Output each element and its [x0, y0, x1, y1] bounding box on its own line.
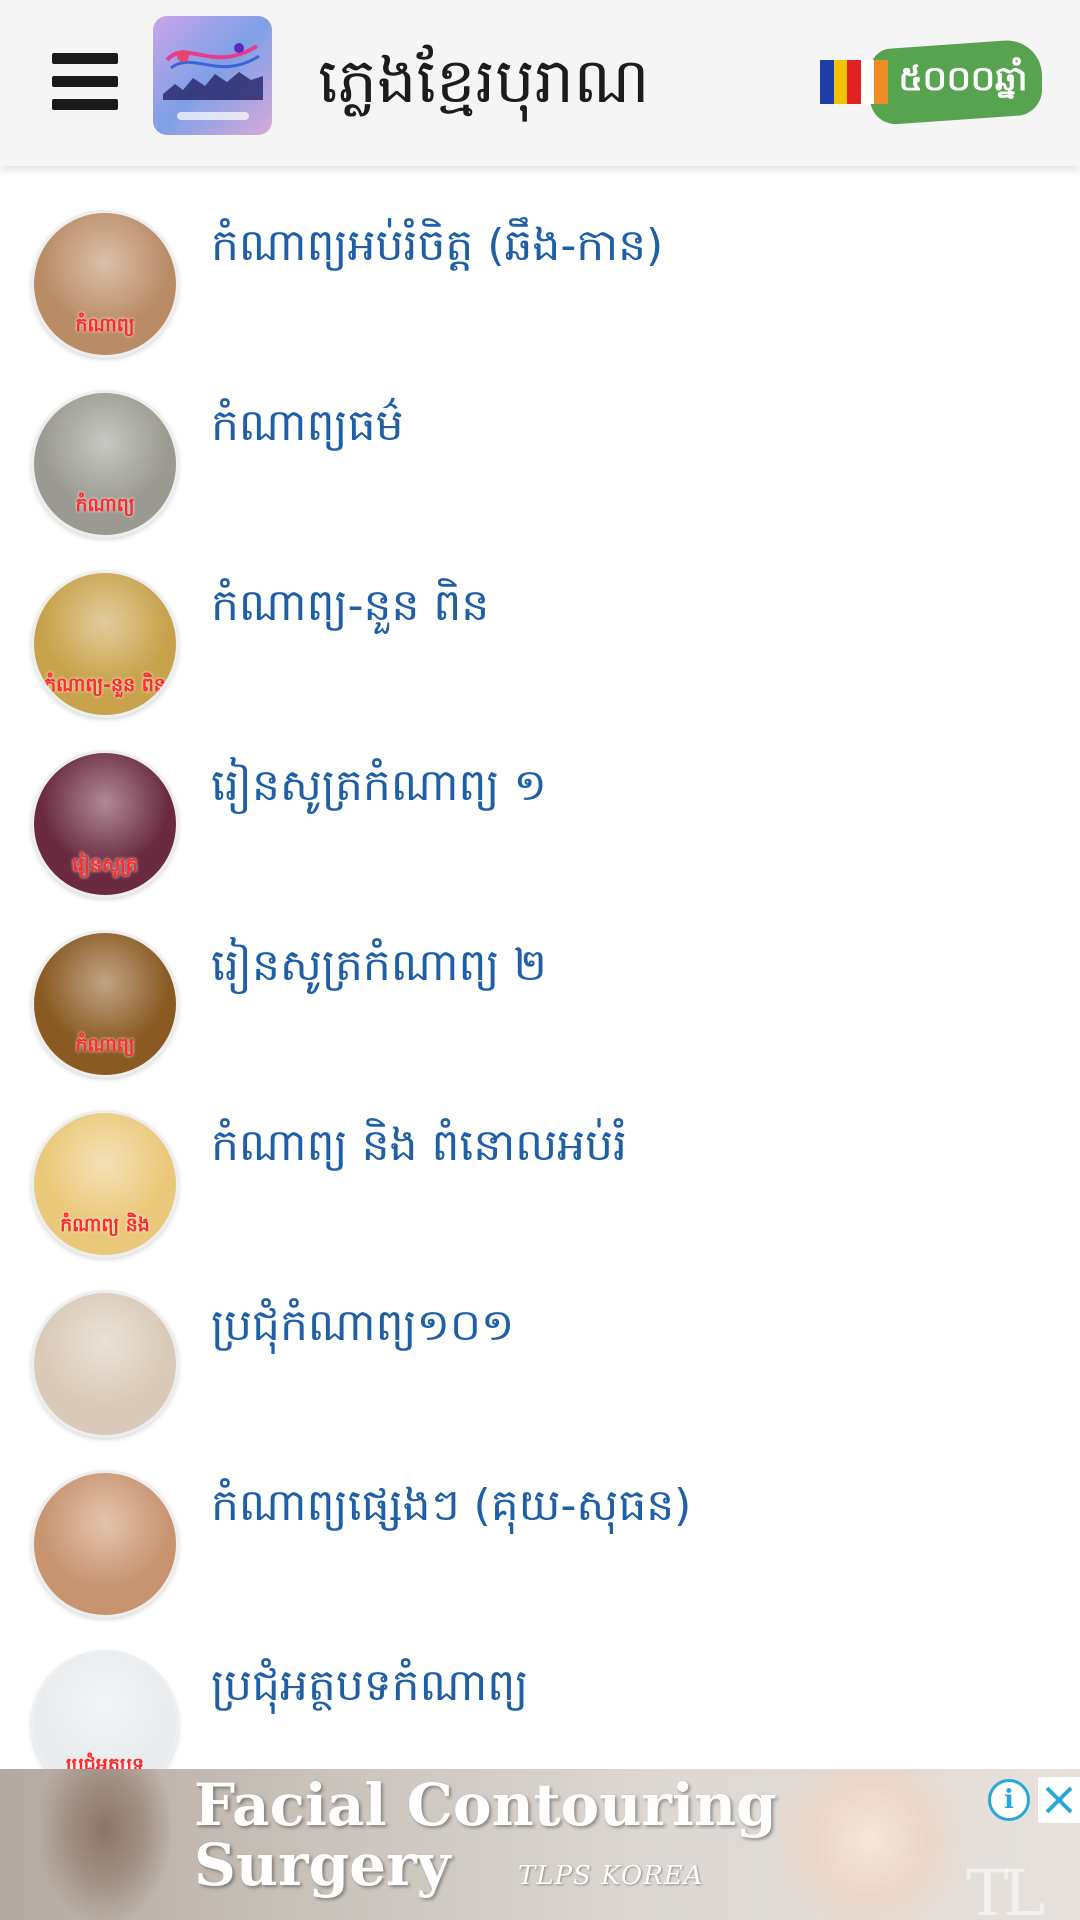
- list-item[interactable]: កំណាព្យ និង កំណាព្យ និង ពំនោលអប់រំ: [0, 1066, 1080, 1258]
- ad-corner-logo: TL: [966, 1857, 1045, 1920]
- list-item[interactable]: កំណាព្យ កំណាព្យធម៌: [0, 346, 1080, 538]
- ad-banner[interactable]: Facial Contouring Surgery TLPS KOREA TL …: [0, 1769, 1080, 1920]
- thumbnail-caption: កំណាព្យ: [75, 494, 135, 516]
- list-item-thumbnail: កំណាព្យ: [31, 390, 179, 538]
- list-item-label: រៀនសូត្រកំណាព្យ ២: [211, 940, 547, 991]
- list-item-thumbnail: កំណាព្យ: [31, 210, 179, 358]
- ad-close-icon[interactable]: [1038, 1777, 1080, 1823]
- list-item[interactable]: កំណាព្យ រៀនសូត្រកំណាព្យ ២: [0, 886, 1080, 1078]
- badge-label: ៥០០០ឆ្នាំ: [898, 59, 1028, 99]
- list-item-thumbnail: [31, 1470, 179, 1618]
- list-item-label: កំណាព្យ និង ពំនោលអប់រំ: [211, 1120, 627, 1171]
- category-list: កំណាព្យ កំណាព្យអប់រំចិត្ត (ឆឹង-កាន) កំណាព្…: [0, 166, 1080, 1798]
- list-item[interactable]: កំណាព្យ កំណាព្យអប់រំចិត្ត (ឆឹង-កាន): [0, 166, 1080, 358]
- ad-info-icon[interactable]: i: [988, 1779, 1030, 1821]
- list-item-thumbnail: រៀនសូត្រ: [31, 750, 179, 898]
- list-item-label: កំណាព្យ-នួន ពិន: [211, 580, 490, 631]
- list-item-label: ប្រជុំអត្ថបទកំណាព្យ: [211, 1660, 529, 1711]
- list-item[interactable]: រៀនសូត្រ រៀនសូត្រកំណាព្យ ១: [0, 706, 1080, 898]
- 5000-years-badge: ៥០០០ឆ្នាំ: [818, 37, 1044, 127]
- list-item-label: ប្រជុំកំណាព្យ១០១: [211, 1300, 515, 1351]
- ad-model-image: [770, 1769, 970, 1920]
- hamburger-menu-icon[interactable]: [52, 44, 126, 118]
- ad-brand: TLPS KOREA: [518, 1861, 704, 1891]
- thumbnail-caption: កំណាព្យ និង: [60, 1214, 150, 1236]
- ad-model-image: [40, 1769, 170, 1920]
- app-bar: ភ្លេងខ្មែរបុរាណ ៥០០០ឆ្នាំ: [0, 0, 1080, 166]
- list-item[interactable]: ប្រជុំកំណាព្យ១០១: [0, 1246, 1080, 1438]
- list-item[interactable]: ប្រជុំអត្ថបទ ប្រជុំអត្ថបទកំណាព្យ: [0, 1606, 1080, 1798]
- thumbnail-caption: កំណាព្យ: [75, 1034, 135, 1056]
- list-item-thumbnail: កំណាព្យ-នួន ពិន: [31, 570, 179, 718]
- list-item[interactable]: កំណាព្យ-នួន ពិន កំណាព្យ-នួន ពិន: [0, 526, 1080, 718]
- list-item-label: រៀនសូត្រកំណាព្យ ១: [211, 760, 547, 811]
- list-item-thumbnail: កំណាព្យ និង: [31, 1110, 179, 1258]
- list-item-thumbnail: [31, 1290, 179, 1438]
- buddhist-flag-icon: [820, 60, 888, 104]
- list-item-label: កំណាព្យអប់រំចិត្ត (ឆឹង-កាន): [211, 220, 664, 271]
- thumbnail-caption: កំណាព្យ: [75, 314, 135, 336]
- app-logo: [153, 16, 272, 135]
- list-item[interactable]: កំណាព្យផ្សេងៗ (គុយ-សុធន): [0, 1426, 1080, 1618]
- thumbnail-caption: កំណាព្យ-នួន ពិន: [44, 674, 166, 696]
- page-title: ភ្លេងខ្មែរបុរាណ: [318, 44, 650, 117]
- list-item-thumbnail: កំណាព្យ: [31, 930, 179, 1078]
- list-item-label: កំណាព្យធម៌: [211, 400, 404, 451]
- list-item-label: កំណាព្យផ្សេងៗ (គុយ-សុធន): [211, 1480, 692, 1531]
- thumbnail-caption: រៀនសូត្រ: [72, 854, 138, 876]
